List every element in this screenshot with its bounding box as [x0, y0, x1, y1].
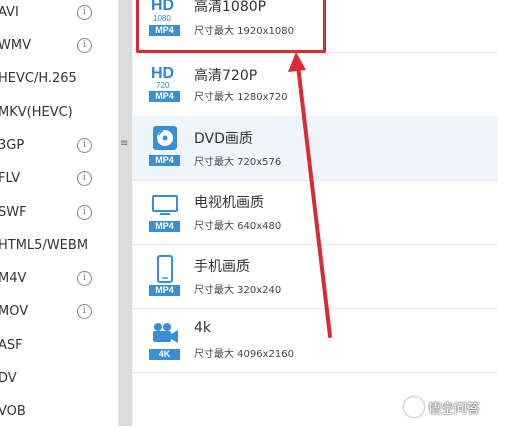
watermark-logo-icon: [404, 397, 424, 417]
watermark-text: 悟空问答: [428, 401, 481, 417]
red-arrow-annotation: [288, 52, 332, 338]
watermark: 悟空问答: [404, 397, 480, 417]
